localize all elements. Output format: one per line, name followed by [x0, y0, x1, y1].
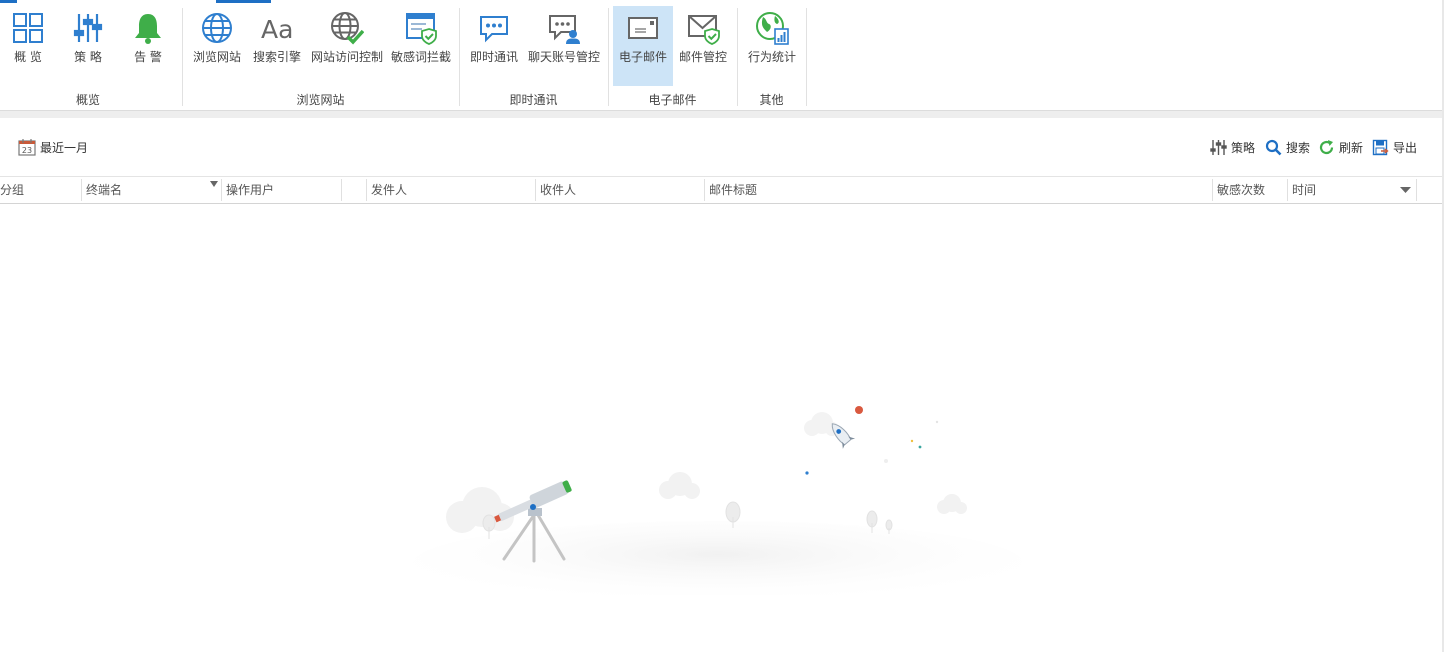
ribbon-button-browse-web[interactable]: 浏览网站 — [190, 6, 244, 86]
group-label-im: 即时通讯 — [509, 93, 558, 107]
globe-check-icon — [331, 12, 364, 45]
bell-icon — [135, 14, 161, 44]
decorative-dot — [884, 459, 888, 463]
refresh-icon — [1319, 139, 1334, 154]
column-header-subject[interactable]: 邮件标题 — [705, 177, 1209, 203]
ribbon-button-search-engine[interactable]: Aa 搜索引擎 — [250, 6, 304, 86]
ribbon-button-chat-account-control[interactable]: 聊天账号管控 — [526, 6, 602, 86]
refresh-button[interactable]: 刷新 — [1318, 138, 1363, 156]
decorative-dot — [855, 406, 863, 414]
ribbon-button-behavior-stats[interactable]: 行为统计 — [745, 6, 799, 86]
ribbon-button-label: 搜索引擎 — [252, 50, 301, 64]
refresh-label: 刷新 — [1339, 140, 1364, 155]
filter-icon[interactable] — [210, 181, 218, 187]
column-header-recipient[interactable]: 收件人 — [536, 177, 705, 203]
calendar-day-text: 23 — [22, 146, 32, 155]
export-icon — [1372, 139, 1389, 155]
decorative-dot — [935, 420, 939, 424]
calendar-icon: 23 — [18, 139, 36, 156]
globe-icon — [202, 13, 232, 43]
column-header-group[interactable]: 分组 — [0, 177, 80, 203]
decorative-dot — [805, 471, 809, 475]
group-label-email: 电子邮件 — [648, 93, 697, 107]
column-separator[interactable] — [1416, 179, 1417, 201]
ribbon-button-sensitive-word-block[interactable]: 敏感词拦截 — [389, 6, 453, 86]
ribbon-button-label: 概 览 — [14, 50, 42, 64]
search-button[interactable]: 搜索 — [1265, 138, 1310, 156]
column-header-operator[interactable]: 操作用户 — [222, 177, 341, 203]
ribbon-button-site-access-control[interactable]: 网站访问控制 — [308, 6, 386, 86]
ribbon-button-alert[interactable]: 告 警 — [126, 6, 170, 86]
date-range-label: 最近一月 — [40, 140, 89, 155]
envelope-icon — [628, 17, 658, 39]
group-label-browse: 浏览网站 — [296, 93, 345, 107]
ribbon-button-label: 即时通讯 — [469, 50, 518, 64]
group-separator — [806, 8, 807, 106]
chat-user-icon — [549, 15, 580, 44]
ribbon-button-label: 行为统计 — [747, 50, 796, 64]
decorative-dot — [910, 439, 914, 443]
ribbon-button-label: 告 警 — [134, 50, 162, 64]
ribbon-button-label: 聊天账号管控 — [527, 50, 600, 64]
sort-desc-icon[interactable] — [1400, 187, 1411, 193]
tab-indicator — [0, 0, 17, 3]
ribbon-button-im[interactable]: 即时通讯 — [467, 6, 521, 86]
ribbon-button-label: 浏览网站 — [192, 50, 241, 64]
empty-state-illustration — [413, 406, 1023, 595]
ribbon-button-label: 敏感词拦截 — [390, 50, 451, 64]
table-header: 分组 终端名 操作用户 发件人 收件人 邮件标题 敏感次数 时间 — [0, 176, 1444, 204]
group-label-other: 其他 — [759, 93, 784, 107]
window-shield-icon — [406, 13, 437, 45]
font-aa-icon: Aa — [261, 15, 293, 44]
policy-button[interactable]: 策略 — [1210, 138, 1255, 156]
ribbon: 概 览 策 略 告 警 浏览网站 Aa 搜索引擎 网站访问控制 敏感词拦截 即时… — [0, 0, 1444, 110]
ribbon-button-label: 策 略 — [74, 50, 102, 64]
toolbar: 23 最近一月 策略 搜索 刷新 导出 — [0, 118, 1444, 175]
ribbon-button-label: 邮件管控 — [678, 50, 727, 64]
policy-label: 策略 — [1231, 140, 1256, 155]
tab-indicator — [216, 0, 271, 3]
ribbon-button-policy[interactable]: 策 略 — [66, 6, 110, 86]
ribbon-button-label: 电子邮件 — [618, 50, 667, 64]
ribbon-button-overview[interactable]: 概 览 — [6, 6, 50, 86]
date-range-button[interactable]: 23 最近一月 — [18, 138, 88, 156]
column-header-terminal[interactable]: 终端名 — [82, 177, 221, 203]
column-header-time[interactable]: 时间 — [1288, 177, 1392, 203]
export-button[interactable]: 导出 — [1372, 138, 1417, 156]
sliders-icon — [73, 14, 103, 42]
globe-stats-icon — [756, 12, 789, 45]
ribbon-button-email-control[interactable]: 邮件管控 — [676, 6, 730, 86]
cloud — [937, 494, 967, 514]
export-label: 导出 — [1393, 140, 1418, 155]
ribbon-button-email[interactable]: 电子邮件 — [613, 6, 673, 86]
group-label-overview: 概览 — [75, 93, 100, 107]
column-header-sensitive-count[interactable]: 敏感次数 — [1213, 177, 1287, 203]
cloud — [446, 487, 514, 533]
grid-icon — [13, 13, 43, 43]
search-icon — [1265, 139, 1282, 155]
column-header-sender[interactable]: 发件人 — [367, 177, 536, 203]
column-separator[interactable] — [341, 179, 342, 201]
cloud — [659, 472, 700, 499]
ribbon-button-label: 网站访问控制 — [310, 50, 383, 64]
ribbon-bottom-strip — [0, 111, 1444, 118]
svg-text:Aa: Aa — [261, 15, 293, 44]
envelope-shield-icon — [688, 15, 720, 45]
decorative-dot — [918, 445, 922, 449]
sliders-icon — [1210, 139, 1227, 155]
search-label: 搜索 — [1286, 140, 1311, 155]
chat-bubble-icon — [480, 16, 508, 43]
